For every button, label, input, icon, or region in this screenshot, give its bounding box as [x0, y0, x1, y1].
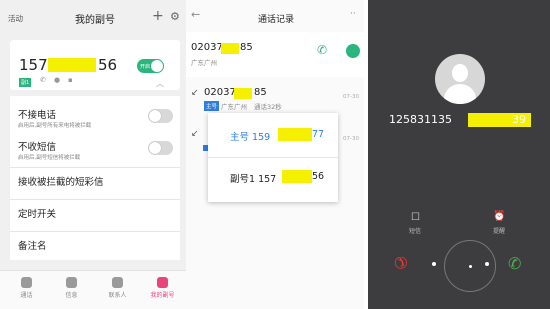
main-number-option[interactable]: 主号 159: [230, 129, 270, 143]
record-time: 07-30: [343, 94, 359, 100]
contacts-icon: [112, 277, 123, 288]
schedule-link[interactable]: 定时开关: [18, 206, 56, 220]
no-calls-toggle[interactable]: [148, 109, 173, 123]
no-calls-desc: 启用后,副号所有来电将被拦截: [18, 123, 92, 129]
messages-icon: [66, 277, 77, 288]
divider: [10, 231, 180, 232]
toggle-label: 开启: [140, 64, 151, 70]
redaction: [278, 128, 312, 141]
incoming-arrow-icon: ↙: [191, 129, 199, 139]
sms-icon: ▪: [68, 76, 73, 84]
alarm-icon[interactable]: ⏰: [493, 211, 505, 222]
number-picker-popup: 主号 159 77 副号1 157 56: [208, 113, 338, 202]
main-number-option-suffix[interactable]: 77: [312, 129, 324, 140]
no-calls-label: 不接电话: [18, 110, 57, 121]
remind-label: 提醒: [493, 228, 506, 235]
my-number-icon: [157, 277, 168, 288]
slider-center: [469, 265, 472, 268]
sub-number-option[interactable]: 副号1 157: [230, 171, 276, 185]
record-duration: 通话32秒: [254, 103, 282, 111]
record-number-prefix: 02037: [204, 87, 236, 98]
nav-calls[interactable]: 通话: [8, 277, 45, 299]
no-sms-desc: 启用后,副号短信将被拦截: [18, 155, 81, 161]
record-number-suffix: 85: [240, 42, 253, 53]
swipe-dot: [432, 262, 436, 266]
nav-messages[interactable]: 信息: [53, 277, 90, 299]
chevron-up-icon[interactable]: ︿: [156, 78, 164, 89]
call-log-title: 通话记录: [258, 15, 295, 25]
record-location: 广东广州: [191, 59, 217, 67]
call-icon[interactable]: ✆: [317, 43, 327, 57]
toggle-knob: [151, 60, 163, 72]
redaction: [282, 170, 312, 183]
record-location: 广东广州: [221, 103, 247, 111]
more-icon[interactable]: ··: [350, 9, 356, 19]
message-icon: ●: [54, 76, 61, 84]
answer-icon[interactable]: ✆: [508, 254, 521, 273]
avatar-head: [452, 64, 468, 82]
no-sms-toggle[interactable]: [148, 141, 173, 155]
settings-list: 不接电话 启用后,副号所有来电将被拦截 不收短信 启用后,副号短信将被拦截 接收…: [10, 96, 180, 260]
call-log-screen: ← 通话记录 ·· 02037 85 广东广州 ✆ ↙ 02037 85 主号 …: [186, 0, 364, 309]
redaction: [48, 58, 96, 72]
gear-icon[interactable]: ⚙: [170, 10, 180, 23]
decline-icon[interactable]: ✆: [389, 251, 412, 274]
number-card: 157 56 副1 ✆ ● ▪ 开启 ︿: [10, 40, 180, 90]
message-label: 短信: [409, 228, 422, 235]
sub-number-badge: 副1: [19, 78, 32, 87]
calls-icon: [21, 277, 32, 288]
number-suffix: 56: [98, 56, 118, 74]
divider: [208, 157, 338, 158]
no-sms-label: 不收短信: [18, 142, 57, 153]
avatar-body: [444, 84, 476, 104]
sub-number-option-suffix[interactable]: 56: [312, 171, 324, 182]
back-link[interactable]: 活动: [8, 13, 23, 24]
nav-contacts[interactable]: 联系人: [99, 277, 136, 299]
secondary-number-screen: 活动 我的副号 + ⚙ 157 56 副1 ✆ ● ▪ 开启 ︿ 不接电话 启用…: [0, 0, 186, 309]
nav-label: 通话: [20, 292, 33, 299]
blocked-messages-link[interactable]: 接收被拦截的短彩信: [18, 174, 104, 188]
message-icon[interactable]: ☐: [411, 212, 420, 223]
record-number-suffix: 85: [254, 87, 267, 98]
divider: [10, 167, 180, 168]
nav-my-number[interactable]: 我的副号: [144, 277, 181, 299]
page-title: 我的副号: [75, 15, 115, 26]
enable-toggle[interactable]: 开启: [137, 59, 164, 73]
record-time: 07-30: [343, 136, 359, 142]
call-record-selected[interactable]: 02037 85 广东广州 ✆: [186, 32, 364, 77]
main-number-tag: 主号: [204, 101, 220, 111]
divider: [10, 199, 180, 200]
avatar: [435, 54, 485, 104]
back-arrow-icon[interactable]: ←: [191, 8, 200, 21]
header: 活动 我的副号 + ⚙: [0, 0, 186, 36]
phone-icon: ✆: [40, 76, 46, 84]
record-number-prefix: 02037: [191, 42, 223, 53]
incoming-arrow-icon: ↙: [191, 88, 199, 98]
chat-icon[interactable]: [346, 44, 360, 58]
swipe-dot: [485, 262, 489, 266]
calling-screen: 125831135 39 ☐ 短信 ⏰ 提醒 ✆ ✆: [368, 0, 550, 309]
redaction: [234, 88, 252, 99]
alias-link[interactable]: 备注名: [18, 238, 47, 252]
number-prefix: 157: [19, 56, 48, 74]
nav-label: 我的副号: [150, 292, 175, 299]
nav-label: 信息: [65, 292, 78, 299]
answer-slider[interactable]: [444, 240, 496, 292]
add-icon[interactable]: +: [152, 8, 164, 24]
caller-number-prefix: 125831135: [389, 113, 452, 126]
caller-number-suffix: 39: [512, 113, 526, 126]
nav-label: 联系人: [108, 292, 127, 299]
redaction: [221, 43, 239, 54]
